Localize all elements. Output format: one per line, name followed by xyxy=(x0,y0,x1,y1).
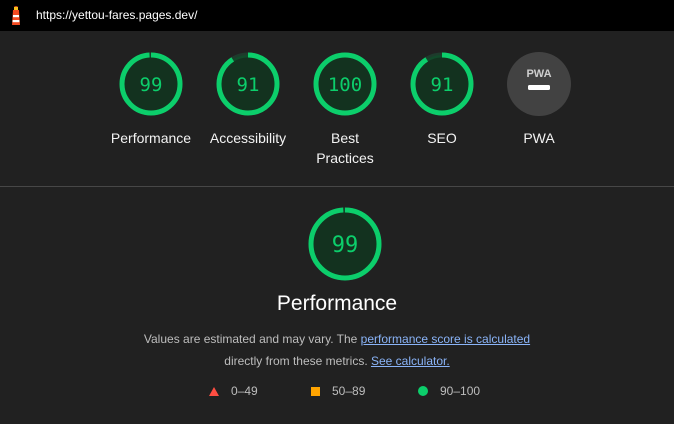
performance-score-calculated-link[interactable]: performance score is calculated xyxy=(361,332,530,346)
gauge-seo[interactable]: 91 SEO xyxy=(392,51,492,148)
gauge-label: Best Practices xyxy=(316,130,374,166)
pwa-badge-icon: PWA xyxy=(507,52,571,116)
description-text: directly from these metrics. xyxy=(224,354,371,368)
gauge-best-practices[interactable]: 100 Best Practices xyxy=(295,51,395,168)
score-scale-legend: 0–49 50–89 90–100 xyxy=(0,384,674,402)
circle-icon xyxy=(418,386,428,396)
gauge-label: Accessibility xyxy=(209,130,287,146)
performance-title: Performance xyxy=(276,292,398,315)
legend-pass: 90–100 xyxy=(418,384,480,398)
legend-range: 0–49 xyxy=(231,384,258,398)
gauge-label: SEO xyxy=(427,130,457,146)
lighthouse-logo-icon xyxy=(12,6,20,25)
gauge-score: 91 xyxy=(237,74,260,96)
legend-fail: 0–49 xyxy=(209,384,258,398)
performance-large-gauge: 99 xyxy=(308,207,382,281)
gauge-label: Performance xyxy=(110,130,192,146)
accessibility-gauge-ring: 91 xyxy=(216,52,280,116)
gauge-pwa[interactable]: PWA PWA xyxy=(489,51,589,148)
see-calculator-link[interactable]: See calculator. xyxy=(371,354,450,368)
seo-gauge-ring: 91 xyxy=(410,52,474,116)
category-gauges: 99 Performance 91 Accessibility 100 Best… xyxy=(0,31,674,186)
performance-gauge-ring: 99 xyxy=(119,52,183,116)
performance-score: 99 xyxy=(332,233,359,258)
section-divider xyxy=(0,186,674,187)
legend-range: 90–100 xyxy=(440,384,481,398)
gauge-score: 99 xyxy=(140,74,163,96)
legend-average: 50–89 xyxy=(311,384,365,398)
gauge-label: PWA xyxy=(523,130,555,146)
legend-range: 50–89 xyxy=(332,384,366,398)
best-practices-gauge-ring: 100 xyxy=(313,52,377,116)
square-icon xyxy=(311,386,320,396)
gauge-accessibility[interactable]: 91 Accessibility xyxy=(198,51,298,148)
report-url-link[interactable]: https://yettou-fares.pages.dev/ xyxy=(36,8,197,22)
triangle-icon xyxy=(209,386,219,396)
gauge-score: 91 xyxy=(431,74,454,96)
performance-description: Values are estimated and may vary. The p… xyxy=(0,328,674,372)
top-bar: https://yettou-fares.pages.dev/ xyxy=(0,0,674,31)
gauge-performance[interactable]: 99 Performance xyxy=(101,51,201,148)
description-text: Values are estimated and may vary. The xyxy=(143,332,361,346)
pwa-badge-text: PWA xyxy=(526,68,551,80)
gauge-score: 100 xyxy=(328,74,362,96)
